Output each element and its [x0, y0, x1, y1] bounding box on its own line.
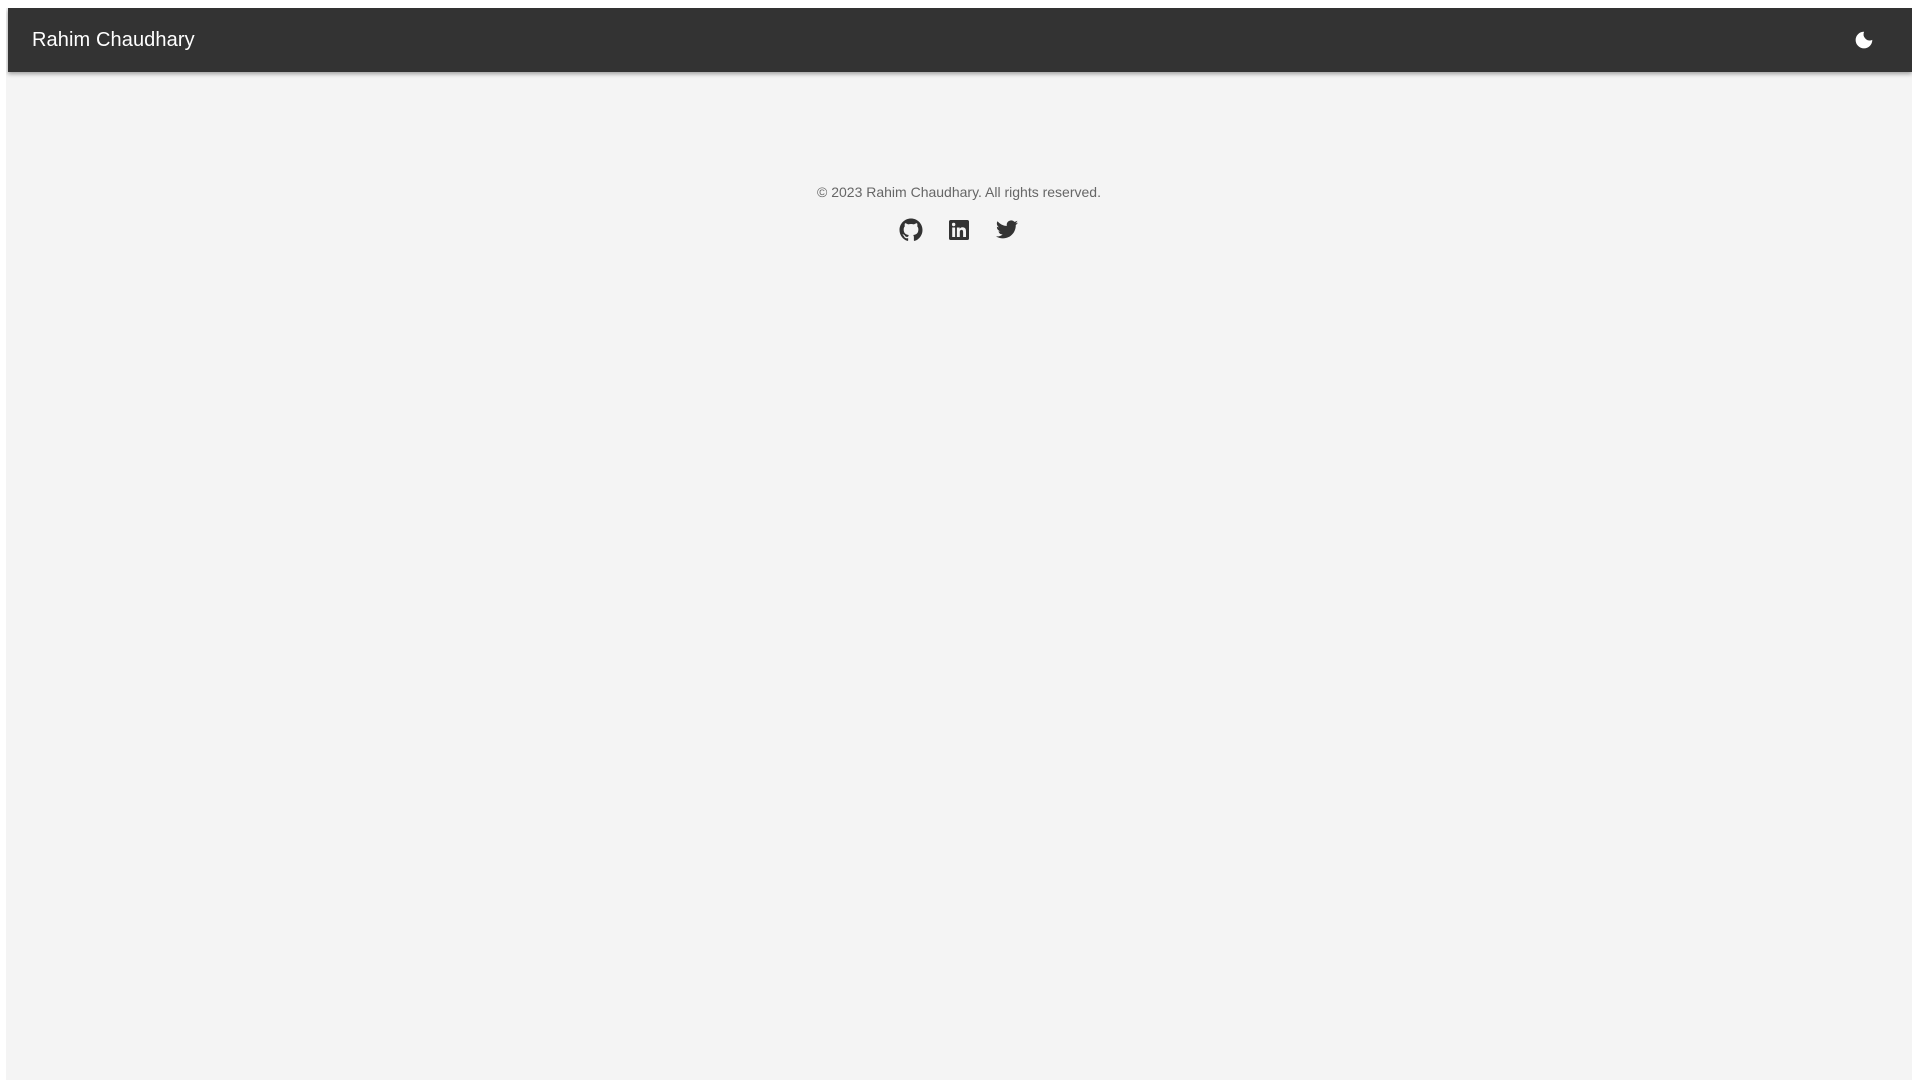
copyright-text: © 2023 Rahim Chaudhary. All rights reser…	[817, 184, 1101, 200]
footer: © 2023 Rahim Chaudhary. All rights reser…	[6, 184, 1912, 242]
moon-icon	[1855, 31, 1873, 49]
twitter-link[interactable]	[995, 218, 1019, 242]
linkedin-link[interactable]	[947, 218, 971, 242]
page-viewport: Rahim Chaudhary © 2023 Rahim Chaudhary. …	[6, 8, 1912, 1080]
app-bar: Rahim Chaudhary	[8, 8, 1912, 72]
linkedin-icon	[949, 220, 969, 240]
social-links	[6, 218, 1912, 242]
theme-toggle-button[interactable]	[1848, 24, 1880, 56]
github-link[interactable]	[899, 218, 923, 242]
site-title[interactable]: Rahim Chaudhary	[32, 29, 195, 52]
twitter-icon	[996, 220, 1018, 239]
github-icon	[899, 218, 923, 241]
